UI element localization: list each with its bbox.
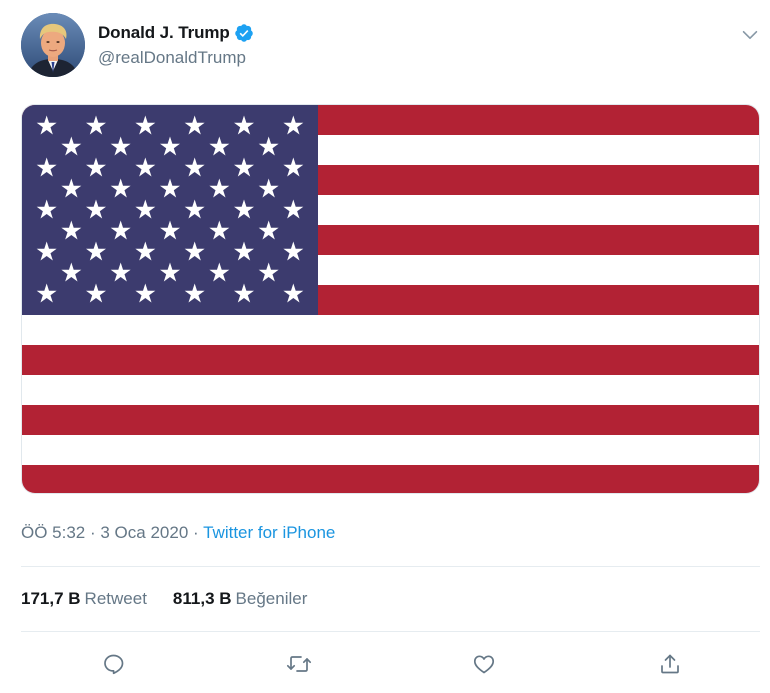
flag-stripe <box>22 465 759 493</box>
reply-icon <box>104 654 124 675</box>
flag-stripe <box>22 345 759 376</box>
avatar-image <box>21 13 85 77</box>
tweet-time[interactable]: ÖÖ 5:32 <box>21 523 85 542</box>
tweet-source-link[interactable]: Twitter for iPhone <box>203 523 335 542</box>
retweets-stat[interactable]: 171,7 B Retweet <box>21 589 147 609</box>
like-button[interactable] <box>469 649 499 679</box>
share-button[interactable] <box>655 649 685 679</box>
avatar[interactable] <box>21 13 85 77</box>
likes-stat[interactable]: 811,3 B Beğeniler <box>173 589 307 609</box>
retweet-button[interactable] <box>284 649 314 679</box>
author-handle[interactable]: @realDonaldTrump <box>98 48 246 68</box>
author-name-row[interactable]: Donald J. Trump <box>98 23 254 43</box>
share-icon <box>661 654 679 674</box>
chevron-down-icon <box>742 30 758 40</box>
more-options-button[interactable] <box>739 24 761 46</box>
tweet-card: Donald J. Trump @realDonaldTrump ÖÖ 5:32… <box>0 0 770 693</box>
heart-icon <box>473 655 495 674</box>
meta-separator: · <box>188 523 204 542</box>
tweet-meta: ÖÖ 5:32 · 3 Oca 2020 · Twitter for iPhon… <box>21 523 335 543</box>
flag-stripe <box>22 435 759 466</box>
flag-stripe <box>22 315 759 346</box>
tweet-stats: 171,7 B Retweet 811,3 B Beğeniler <box>21 589 307 609</box>
tweet-media[interactable] <box>21 104 760 494</box>
us-flag-image <box>22 105 759 493</box>
retweets-label: Retweet <box>84 589 147 608</box>
flag-stripe <box>22 405 759 436</box>
verified-badge-icon <box>234 24 253 42</box>
retweets-count: 171,7 B <box>21 589 81 608</box>
likes-count: 811,3 B <box>172 589 232 608</box>
flag-stripe <box>22 375 759 406</box>
tweet-date[interactable]: 3 Oca 2020 <box>100 523 188 542</box>
author-display-name[interactable]: Donald J. Trump <box>98 23 230 43</box>
divider <box>21 631 760 632</box>
divider <box>21 566 760 567</box>
meta-separator: · <box>85 523 101 542</box>
reply-button[interactable] <box>99 649 129 679</box>
retweet-icon <box>286 656 312 672</box>
likes-label: Beğeniler <box>235 589 308 608</box>
